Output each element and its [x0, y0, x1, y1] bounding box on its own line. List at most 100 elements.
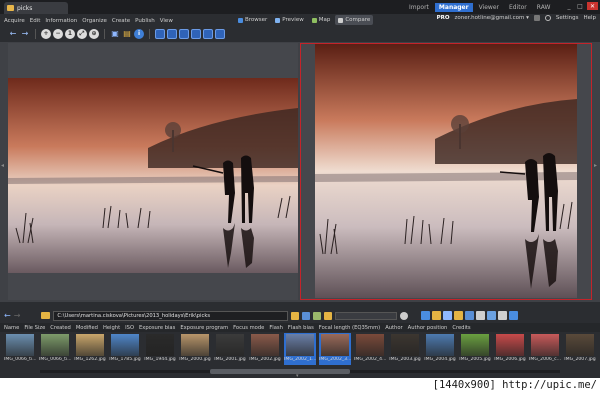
thumbnail[interactable]: IMG_2007.jpg [564, 333, 596, 365]
search-icon[interactable] [400, 311, 409, 320]
export-icon[interactable] [476, 311, 486, 320]
thumbnail[interactable]: IMG_1262.jpg [74, 333, 106, 365]
document-tab[interactable]: picks [4, 2, 68, 14]
mode-import[interactable]: Import [405, 3, 433, 12]
rotate-icon[interactable] [498, 311, 508, 320]
layout-single-icon[interactable] [155, 29, 165, 39]
zoom-fit-icon[interactable]: ⤢ [77, 29, 87, 39]
gear-icon[interactable] [544, 15, 551, 21]
minimize-button[interactable]: _ [565, 2, 573, 10]
resize-icon[interactable] [487, 311, 497, 320]
collapse-left-icon[interactable]: ◂ [1, 162, 6, 172]
filmstrip-scrollbar[interactable]: ▾ [0, 366, 600, 378]
notification-icon[interactable] [533, 15, 540, 21]
thumbnail[interactable]: IMG_2006_c... [529, 333, 561, 365]
forward-icon[interactable]: → [20, 29, 30, 39]
column-height[interactable]: Height [103, 325, 120, 331]
zoom-tool-icon[interactable]: ⊕ [89, 29, 99, 39]
column-focus-mode[interactable]: Focus mode [233, 325, 264, 331]
thumbnail[interactable]: IMG_2004.jpg [424, 333, 456, 365]
menu-create[interactable]: Create [112, 18, 130, 24]
menu-acquire[interactable]: Acquire [4, 18, 25, 24]
menu-view[interactable]: View [160, 18, 173, 24]
column-author[interactable]: Author [385, 325, 402, 331]
map-button[interactable]: Map [309, 15, 334, 25]
layout-grid-large-icon[interactable] [215, 29, 225, 39]
menu-organize[interactable]: Organize [82, 18, 107, 24]
mode-raw[interactable]: RAW [533, 3, 555, 12]
thumbnail[interactable]: IMG_2002.jpg [249, 333, 281, 365]
thumbnail-image [356, 334, 384, 356]
column-name[interactable]: Name [4, 325, 19, 331]
thumbnail-selected[interactable]: IMG_2002_1... [284, 333, 316, 365]
upload-icon[interactable] [465, 311, 475, 320]
column-author-position[interactable]: Author position [408, 325, 448, 331]
settings-link[interactable]: Settings [556, 15, 579, 21]
mode-manager[interactable]: Manager [434, 3, 473, 12]
column-flash-bias[interactable]: Flash bias [288, 325, 314, 331]
share-icon[interactable] [421, 311, 431, 320]
column-modified[interactable]: Modified [76, 325, 98, 331]
mode-editor[interactable]: Editor [505, 3, 531, 12]
browser-button[interactable]: Browser [235, 15, 270, 25]
thumbnail[interactable]: IMG_2000.jpg [179, 333, 211, 365]
layout-split-vertical-icon[interactable] [167, 29, 177, 39]
menu-information[interactable]: Information [45, 18, 77, 24]
thumbnail[interactable]: IMG_0066_ti... [4, 333, 36, 365]
folder-up-icon[interactable] [41, 312, 51, 319]
compare-button[interactable]: Compare [335, 15, 374, 25]
help-link[interactable]: Help [583, 15, 596, 21]
zoom-out-icon[interactable]: − [53, 29, 63, 39]
path-input[interactable]: C:\Users\martina.ciskova\Pictures\2013_h… [53, 310, 289, 321]
close-button[interactable]: ✕ [587, 2, 598, 10]
column-focal-length[interactable]: Focal length (EQ35mm) [319, 325, 380, 331]
info-icon[interactable]: i [134, 29, 144, 39]
collapse-right-icon[interactable]: ▸ [594, 162, 599, 172]
thumbnail[interactable]: IMG_2005.jpg [459, 333, 491, 365]
account-email[interactable]: zoner.hotline@gmail.com ▾ [455, 15, 529, 21]
thumbnail[interactable]: IMG_2001.jpg [214, 333, 246, 365]
mode-viewer[interactable]: Viewer [475, 3, 503, 12]
thumbnail-image [251, 334, 279, 356]
column-exposure-bias[interactable]: Exposure bias [139, 325, 175, 331]
sort-icon[interactable] [302, 311, 311, 320]
back-nav-icon[interactable]: ← [4, 311, 11, 320]
column-credits[interactable]: Credits [452, 325, 470, 331]
column-exposure-program[interactable]: Exposure program [180, 325, 228, 331]
menu-edit[interactable]: Edit [30, 18, 41, 24]
thumbnail[interactable]: IMG_0066_ti... [39, 333, 71, 365]
edit-icon[interactable]: ▤ [122, 29, 132, 39]
compare-pane-right[interactable] [300, 43, 592, 300]
menu-publish[interactable]: Publish [135, 18, 155, 24]
thumbnail[interactable]: IMG_1944.jpg [144, 333, 176, 365]
image-icon[interactable]: ▣ [110, 29, 120, 39]
thumbnail-selected[interactable]: IMG_2002_3... [319, 333, 351, 365]
filter-icon[interactable] [313, 311, 322, 320]
forward-nav-icon[interactable]: → [14, 311, 21, 320]
column-flash[interactable]: Flash [269, 325, 283, 331]
open-folder-icon[interactable] [291, 311, 300, 320]
view-mode-icon[interactable] [509, 311, 519, 320]
layout-split-horizontal-icon[interactable] [191, 29, 201, 39]
thumbnail[interactable]: IMG_2002_4... [354, 333, 386, 365]
zoom-actual-icon[interactable]: 1 [65, 29, 75, 39]
zoom-in-icon[interactable]: + [41, 29, 51, 39]
column-file-size[interactable]: File Size [24, 325, 45, 331]
thumbnail[interactable]: IMG_2003.jpg [389, 333, 421, 365]
column-iso[interactable]: ISO [125, 325, 134, 331]
preview-button[interactable]: Preview [272, 15, 306, 25]
layout-columns-icon[interactable] [179, 29, 189, 39]
compare-pane-left[interactable] [8, 43, 298, 300]
thumbnail[interactable]: IMG_1785.jpg [109, 333, 141, 365]
print-icon[interactable] [454, 311, 464, 320]
favorites-icon[interactable] [324, 311, 333, 320]
scrollbar-thumb[interactable] [210, 369, 350, 374]
back-icon[interactable]: ← [8, 29, 18, 39]
email-icon[interactable] [432, 311, 442, 320]
slideshow-icon[interactable] [443, 311, 453, 320]
quick-filter-input[interactable] [335, 311, 398, 320]
maximize-button[interactable]: □ [576, 2, 584, 10]
layout-grid-icon[interactable] [203, 29, 213, 39]
thumbnail[interactable]: IMG_2006.jpg [494, 333, 526, 365]
column-created[interactable]: Created [50, 325, 71, 331]
